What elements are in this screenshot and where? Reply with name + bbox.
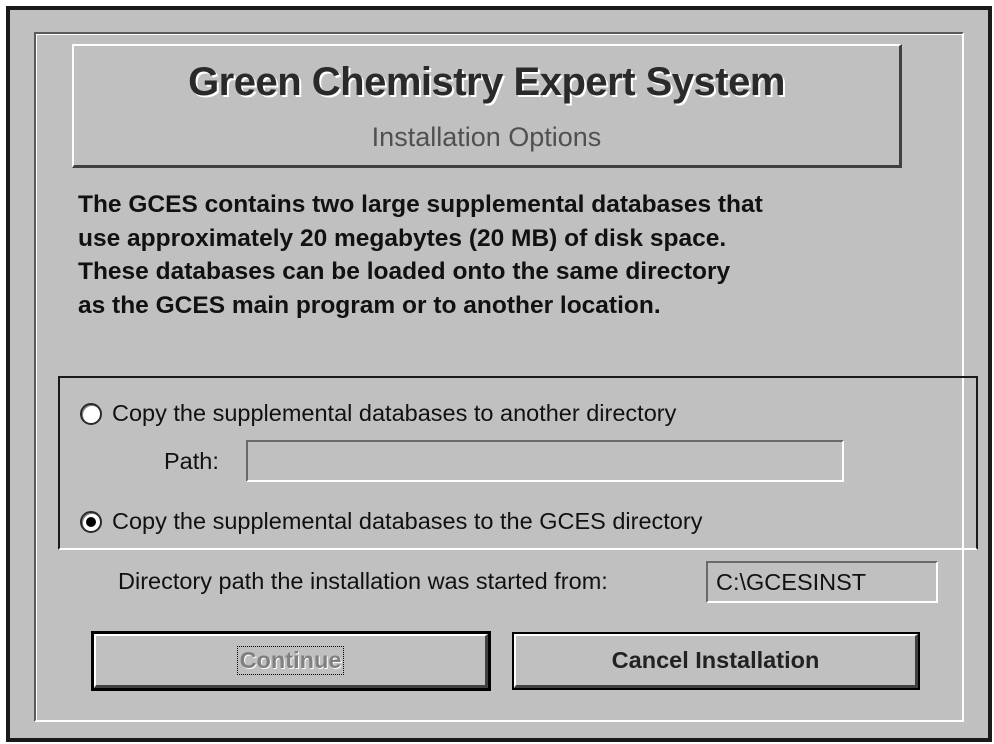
radio-gces-directory[interactable] — [80, 510, 102, 533]
dialog-subtitle: Installation Options — [371, 122, 602, 152]
radio-other-directory[interactable] — [80, 402, 102, 425]
install-source-field: C:\GCESINST — [706, 561, 938, 603]
cancel-installation-button[interactable]: Cancel Installation — [512, 632, 920, 690]
continue-button-label: Continue — [236, 646, 345, 675]
path-input[interactable] — [246, 440, 844, 482]
option-other-directory-label: Copy the supplemental databases to anoth… — [112, 400, 677, 426]
option-other-directory[interactable]: Copy the supplemental databases to anoth… — [80, 400, 676, 427]
option-gces-directory-label: Copy the supplemental databases to the G… — [112, 508, 703, 534]
continue-button[interactable]: Continue — [91, 631, 491, 691]
install-location-group: Copy the supplemental databases to anoth… — [58, 376, 978, 550]
cancel-button-label: Cancel Installation — [611, 647, 820, 673]
title-panel: Green Chemistry Expert System Installati… — [72, 44, 902, 168]
description-text: The GCES contains two large supplemental… — [78, 191, 763, 319]
option-gces-directory[interactable]: Copy the supplemental databases to the G… — [80, 508, 702, 535]
install-source-label: Directory path the installation was star… — [118, 568, 608, 594]
path-label: Path: — [164, 448, 219, 474]
app-title: Green Chemistry Expert System — [188, 60, 785, 104]
